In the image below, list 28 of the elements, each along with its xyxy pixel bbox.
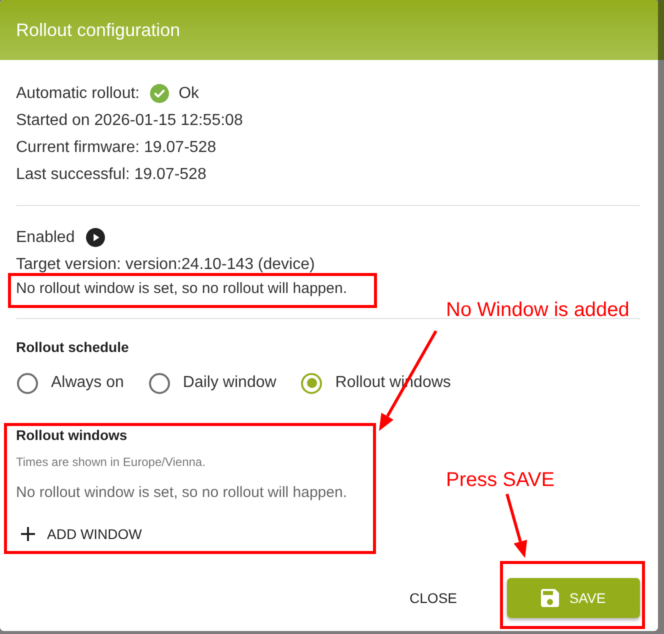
add-window-button[interactable]: ADD WINDOW — [15, 516, 150, 552]
dialog-title: Rollout configuration — [16, 18, 180, 42]
annotation-note: No Window is added — [446, 298, 630, 323]
annotation-note: Press SAVE — [446, 468, 555, 493]
radio-button[interactable] — [148, 372, 170, 394]
status-line: Started on 2026-01-15 12:55:08 — [16, 111, 244, 131]
timezone-note: Times are shown in Europe/Vienna. — [16, 454, 206, 471]
plus-icon — [21, 527, 35, 541]
annotation-arrow — [505, 492, 530, 560]
status-line: Last successful: 19.07-528 — [16, 165, 208, 185]
radio-option[interactable]: Always on — [17, 371, 124, 395]
check-circle-icon — [150, 84, 169, 103]
enabled-label: Enabled — [16, 228, 75, 248]
rollout-warning: No rollout window is set, so no rollout will happen. — [16, 279, 348, 299]
schedule-label: Rollout schedule — [16, 338, 129, 357]
target-version: Target version: version:24.10-143 (device) — [16, 255, 315, 275]
play-icon[interactable] — [86, 228, 105, 247]
rollout-windows-title: Rollout windows — [16, 426, 128, 445]
radio-button[interactable] — [17, 372, 38, 394]
save-icon — [541, 589, 560, 607]
status-line: Current firmware: 19.07-528 — [16, 138, 218, 158]
radio-button[interactable] — [301, 372, 322, 394]
automatic-rollout-value: Ok — [178, 84, 200, 104]
empty-windows-message: No rollout window is set, so no rollout will happen. — [16, 483, 348, 503]
close-button[interactable]: CLOSE — [402, 580, 465, 616]
automatic-rollout-label: Automatic rollout: — [16, 84, 140, 104]
backdrop-header — [658, 0, 664, 60]
radio-option[interactable]: Daily window — [148, 371, 276, 395]
